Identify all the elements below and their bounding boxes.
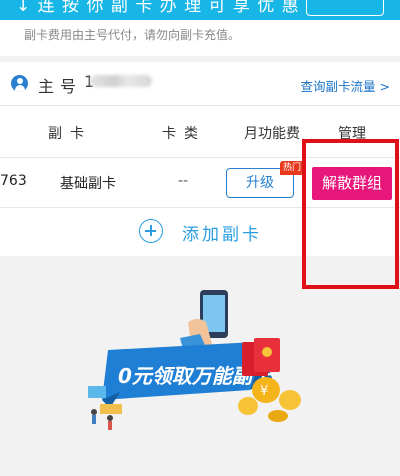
disband-group-button[interactable]: 解散群组 (312, 167, 392, 200)
card-type: 基础副卡 (60, 176, 116, 192)
notice-text: 副卡费用由主号代付，请勿向副卡充值。 (24, 28, 241, 42)
secondary-card-panel: 主号 1 查询副卡流量 > 副卡 卡类 月功能费 管理 763 基础副卡 -- … (0, 62, 400, 256)
header-card: 副卡 (48, 126, 92, 142)
promo-illustration: 0元领取万能副卡 ¥ (88, 290, 301, 430)
top-banner: ↓ 连 按 你 副 卡 办 理 可 享 优 惠 (0, 0, 400, 20)
red-envelope-icon (242, 338, 280, 376)
header-manage: 管理 (338, 126, 366, 142)
table-header: 副卡 卡类 月功能费 管理 (0, 106, 400, 158)
promo-banner[interactable]: 0元领取万能副卡 ¥ (80, 282, 320, 432)
banner-clipped-text: ↓ 连 按 你 副 卡 办 理 可 享 优 惠 (16, 0, 300, 16)
banner-action-button[interactable] (306, 0, 384, 16)
header-type: 卡类 (162, 126, 206, 142)
hot-badge: 热门 (280, 161, 305, 175)
card-number: 763 (0, 173, 27, 189)
svg-text:¥: ¥ (260, 384, 268, 399)
table-row: 763 基础副卡 -- 升级 热门 解散群组 (0, 158, 400, 208)
query-traffic-link[interactable]: 查询副卡流量 > (301, 76, 390, 95)
owner-row: 主号 1 查询副卡流量 > (0, 62, 400, 106)
user-icon (11, 75, 28, 92)
masked-number (90, 75, 152, 87)
owner-label: 主号 (38, 77, 83, 96)
header-fee: 月功能费 (244, 126, 300, 142)
add-secondary-card-label: 添加副卡 (182, 225, 262, 245)
notice-bar: 副卡费用由主号代付，请勿向副卡充值。 (0, 20, 400, 56)
plus-circle-icon (139, 219, 163, 243)
card-fee: -- (178, 173, 189, 189)
add-secondary-card-button[interactable]: 添加副卡 (0, 208, 400, 256)
